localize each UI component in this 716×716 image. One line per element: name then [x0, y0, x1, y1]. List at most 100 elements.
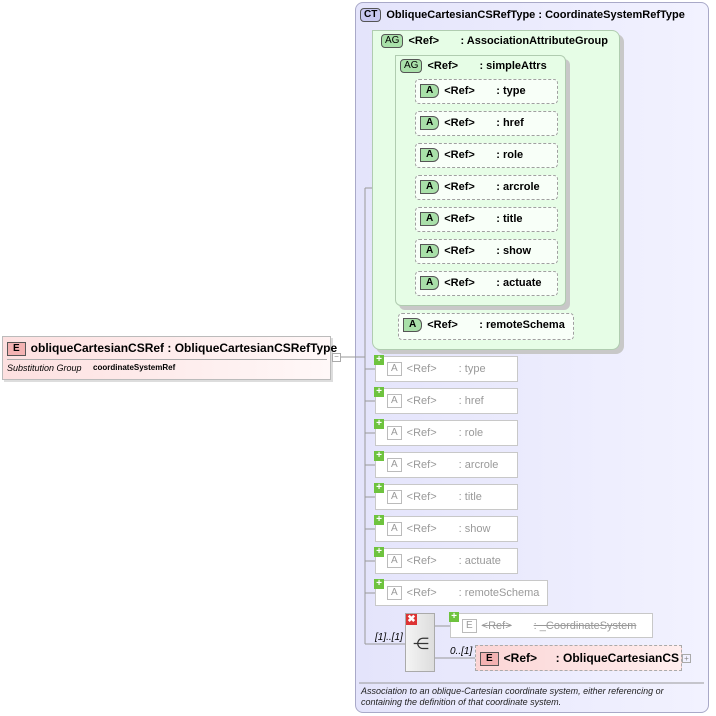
attribute-name: : show: [496, 244, 532, 257]
attribute-badge: A: [387, 426, 402, 440]
attribute-remote-schema[interactable]: A <Ref> : remoteSchema: [398, 313, 574, 340]
expand-icon[interactable]: +: [449, 612, 459, 622]
inherited-attribute-actuate[interactable]: + A <Ref> : actuate: [374, 547, 518, 574]
attribute-name: : href: [496, 116, 524, 129]
attribute-name: : title: [458, 490, 482, 503]
ag-badge: AG: [381, 34, 404, 48]
element-badge: E: [480, 651, 499, 666]
attribute-show[interactable]: A <Ref> : show: [415, 239, 558, 264]
attribute-badge: A: [387, 458, 402, 472]
element-ref: <Ref>: [481, 619, 512, 632]
element-ref: <Ref>: [503, 651, 538, 665]
attribute-badge: A: [420, 276, 440, 290]
element-oblique-cartesian-cs[interactable]: E <Ref> : ObliqueCartesianCS: [475, 645, 682, 671]
expand-icon[interactable]: +: [374, 547, 384, 557]
attribute-ref: <Ref>: [444, 276, 475, 289]
inherited-attribute-remoteSchema[interactable]: + A <Ref> : remoteSchema: [374, 579, 548, 606]
ag-badge: AG: [400, 59, 423, 73]
expand-icon[interactable]: +: [374, 419, 384, 429]
attribute-badge: A: [420, 148, 440, 162]
attribute-badge: A: [387, 586, 402, 600]
attribute-name: : type: [458, 362, 486, 375]
attribute-name: : show: [458, 522, 491, 535]
attribute-name: : arcrole: [496, 180, 540, 193]
group-ref: <Ref>: [427, 59, 459, 72]
attribute-name: : title: [496, 212, 523, 225]
attribute-badge: A: [403, 318, 423, 332]
group-name: : simpleAttrs: [479, 59, 547, 72]
expand-icon[interactable]: +: [682, 654, 691, 663]
sequence-icon: ⋲: [413, 636, 429, 653]
attribute-ref: <Ref>: [406, 362, 437, 375]
attribute-badge: A: [420, 84, 440, 98]
oblique-cs-cardinality: 0..[1]: [450, 646, 473, 657]
ag-ref: <Ref>: [408, 34, 440, 47]
attribute-badge: A: [420, 180, 440, 194]
expand-icon[interactable]: +: [374, 387, 384, 397]
attribute-badge: A: [387, 362, 402, 376]
element-name: : ObliqueCartesianCS: [555, 651, 680, 665]
attribute-name: : remoteSchema: [458, 586, 540, 599]
close-icon[interactable]: ✖: [406, 614, 417, 625]
sequence-cardinality: [1]..[1]: [375, 632, 403, 643]
attribute-href[interactable]: A <Ref> : href: [415, 111, 558, 136]
attribute-name: : role: [496, 148, 524, 161]
attribute-title[interactable]: A <Ref> : title: [415, 207, 558, 232]
attribute-ref: <Ref>: [427, 318, 458, 331]
attribute-badge: A: [420, 244, 440, 258]
inherited-attribute-role[interactable]: + A <Ref> : role: [374, 419, 518, 446]
attribute-ref: <Ref>: [444, 212, 475, 225]
expand-icon[interactable]: +: [374, 579, 384, 589]
inherited-attribute-title[interactable]: + A <Ref> : title: [374, 483, 518, 510]
attribute-name: : actuate: [458, 554, 501, 567]
attribute-ref: <Ref>: [444, 148, 475, 161]
element-name: : _CoordinateSystem: [533, 619, 637, 632]
element-name: obliqueCartesianCSRef: [30, 341, 165, 355]
attribute-actuate[interactable]: A <Ref> : actuate: [415, 271, 558, 296]
expand-icon[interactable]: +: [374, 355, 384, 365]
collapse-icon[interactable]: −: [332, 353, 341, 362]
attribute-name: : href: [458, 394, 484, 407]
attribute-ref: <Ref>: [406, 586, 437, 599]
element-type: : ObliqueCartesianCSRefType: [167, 341, 338, 355]
attribute-badge: A: [387, 394, 402, 408]
attribute-ref: <Ref>: [406, 522, 437, 535]
attribute-badge: A: [420, 116, 440, 130]
inherited-attribute-href[interactable]: + A <Ref> : href: [374, 387, 518, 414]
attribute-name: : role: [458, 426, 484, 439]
ag-name: : AssociationAttributeGroup: [460, 34, 608, 47]
sequence-compositor[interactable]: ✖ ⋲: [405, 613, 435, 672]
attribute-ref: <Ref>: [444, 244, 475, 257]
element-badge: E: [462, 619, 477, 633]
inherited-attribute-arcrole[interactable]: + A <Ref> : arcrole: [374, 451, 518, 478]
attribute-type[interactable]: A <Ref> : type: [415, 79, 558, 104]
expand-icon[interactable]: +: [374, 483, 384, 493]
attribute-ref: <Ref>: [406, 490, 437, 503]
inherited-attribute-type[interactable]: + A <Ref> : type: [374, 355, 518, 382]
description: Association to an oblique-Cartesian coor…: [361, 686, 664, 707]
attribute-ref: <Ref>: [406, 426, 437, 439]
attribute-name: : arcrole: [458, 458, 499, 471]
attribute-badge: A: [420, 212, 440, 226]
expand-icon[interactable]: +: [374, 451, 384, 461]
attribute-ref: <Ref>: [444, 84, 475, 97]
attribute-arcrole[interactable]: A <Ref> : arcrole: [415, 175, 558, 200]
expand-icon[interactable]: +: [374, 515, 384, 525]
attribute-ref: <Ref>: [444, 180, 475, 193]
element-badge: E: [7, 341, 26, 356]
attribute-role[interactable]: A <Ref> : role: [415, 143, 558, 168]
element-oblique-cartesian-cs-ref[interactable]: EobliqueCartesianCSRef : ObliqueCartesia…: [2, 336, 337, 380]
attribute-ref: <Ref>: [406, 458, 437, 471]
attribute-name: : remoteSchema: [479, 318, 565, 331]
attribute-ref: <Ref>: [406, 554, 437, 567]
attribute-badge: A: [387, 554, 402, 568]
substitution-group-value: coordinateSystemRef: [93, 363, 176, 372]
attribute-ref: <Ref>: [406, 394, 437, 407]
element-coordinate-system[interactable]: + E <Ref> : _CoordinateSystem: [449, 612, 653, 638]
inherited-attribute-show[interactable]: + A <Ref>: show: [374, 515, 518, 542]
attribute-name: : type: [496, 84, 526, 97]
substitution-group-label: Substitution Group: [7, 363, 82, 373]
attribute-badge: A: [387, 490, 402, 504]
attribute-ref: <Ref>: [444, 116, 475, 129]
attribute-name: : actuate: [496, 276, 542, 289]
